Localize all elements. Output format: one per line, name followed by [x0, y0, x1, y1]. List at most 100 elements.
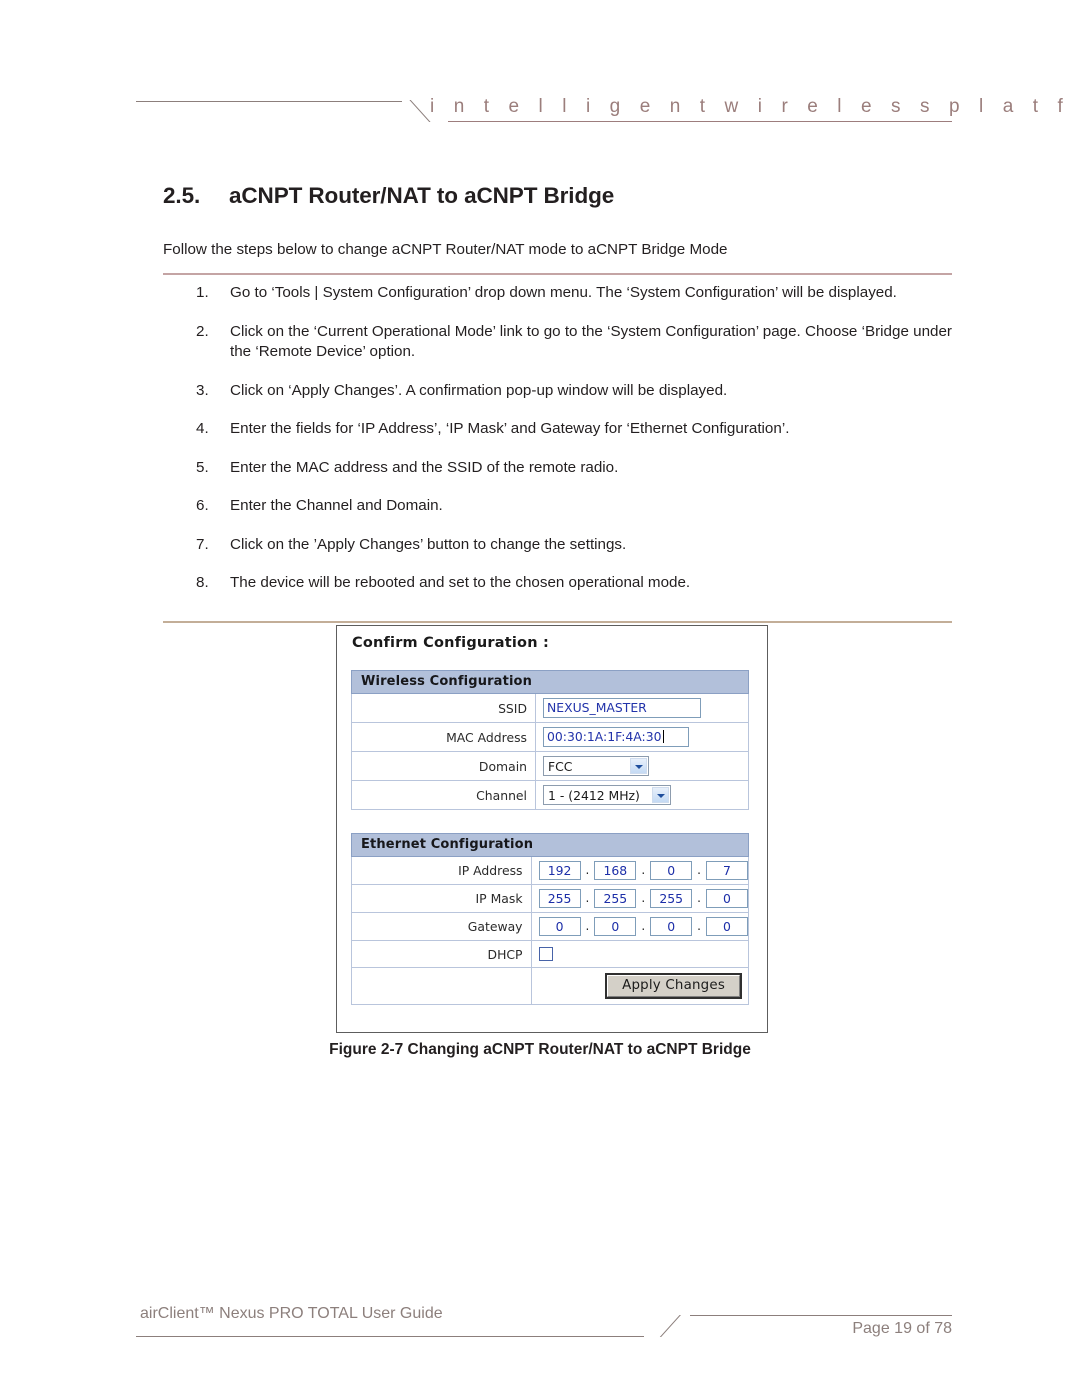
mask-octet-2[interactable]: 255	[594, 889, 637, 908]
chevron-down-icon[interactable]	[652, 787, 669, 803]
step-number: 2.	[196, 322, 209, 340]
gateway-octets: 0 . 0 . 0 . 0	[538, 917, 748, 936]
octet-separator: .	[697, 891, 701, 905]
mac-address-label: MAC Address	[351, 722, 536, 752]
ip-octet-4[interactable]: 7	[706, 861, 748, 880]
step-number: 6.	[196, 497, 209, 514]
section-number: 2.5.	[163, 183, 201, 208]
header-rule-left	[136, 101, 402, 102]
ip-address-octets: 192 . 168 . 0 . 7	[538, 861, 748, 880]
octet-separator: .	[585, 919, 590, 933]
confirm-configuration-dialog: Confirm Configuration : Wireless Configu…	[336, 625, 768, 1033]
table-row: Domain FCC	[351, 751, 749, 781]
divider-above-figure	[163, 621, 952, 623]
list-item: 4. Enter the fields for ‘IP Address’, ‘I…	[163, 419, 952, 440]
footer-rule-left	[136, 1336, 644, 1337]
gateway-octet-2[interactable]: 0	[594, 917, 637, 936]
list-item: 3. Click on ‘Apply Changes’. A confirmat…	[163, 381, 952, 402]
step-number: 1.	[196, 284, 209, 301]
domain-label: Domain	[351, 751, 536, 781]
ip-mask-cell: 255 . 255 . 255 . 0	[530, 884, 750, 913]
octet-separator: .	[585, 863, 590, 877]
chevron-down-icon[interactable]	[630, 758, 647, 774]
footer-rule-right	[690, 1315, 952, 1316]
list-item: 7. Click on the ’Apply Changes’ button t…	[163, 535, 952, 556]
mac-address-cell: 00:30:1A:1F:4A:30	[535, 722, 749, 752]
apply-button-cell: Apply Changes	[530, 967, 750, 1005]
footer-diagonal-rule	[642, 1315, 694, 1337]
ip-address-label: IP Address	[351, 856, 532, 885]
gateway-octet-1[interactable]: 0	[538, 917, 581, 936]
list-item: 8. The device will be rebooted and set t…	[163, 573, 952, 594]
text-caret	[662, 730, 664, 743]
ip-octet-1[interactable]: 192	[538, 861, 581, 880]
table-section-header: Wireless Configuration	[351, 670, 749, 694]
dhcp-label: DHCP	[351, 940, 532, 968]
apply-changes-label: Apply Changes	[607, 975, 740, 997]
octet-separator: .	[585, 891, 590, 905]
dhcp-cell	[530, 940, 750, 968]
octet-separator: .	[697, 919, 701, 933]
table-row: SSID NEXUS_MASTER	[351, 693, 749, 723]
domain-cell: FCC	[535, 751, 749, 781]
mask-octet-3[interactable]: 255	[650, 889, 693, 908]
step-number: 4.	[196, 420, 209, 437]
table-row: Apply Changes	[351, 967, 750, 1005]
ssid-cell: NEXUS_MASTER	[535, 693, 749, 723]
table-row: IP Mask 255 . 255 . 255 . 0	[351, 884, 750, 913]
step-text: Enter the fields for ‘IP Address’, ‘IP M…	[230, 420, 790, 437]
table-row: IP Address 192 . 168 . 0 . 7	[351, 856, 750, 885]
gateway-octet-4[interactable]: 0	[706, 917, 748, 936]
ip-mask-octets: 255 . 255 . 255 . 0	[538, 889, 748, 908]
table-row: Gateway 0 . 0 . 0 . 0	[351, 912, 750, 941]
list-item: 2. Click on the ‘Current Operational Mod…	[163, 322, 952, 363]
dialog-title: Confirm Configuration :	[352, 635, 549, 651]
octet-separator: .	[641, 891, 646, 905]
step-text: Enter the MAC address and the SSID of th…	[230, 458, 619, 476]
ethernet-configuration-header: Ethernet Configuration	[351, 833, 749, 857]
list-item: 1. Go to ‘Tools | System Configuration’ …	[163, 283, 952, 304]
steps-list: 1. Go to ‘Tools | System Configuration’ …	[163, 283, 952, 612]
step-text: Click on the ’Apply Changes’ button to c…	[230, 535, 627, 553]
figure-caption: Figure 2-7 Changing aCNPT Router/NAT to …	[329, 1041, 751, 1058]
mac-address-value: 00:30:1A:1F:4A:30	[547, 729, 662, 744]
step-number: 5.	[196, 458, 209, 476]
gateway-label: Gateway	[351, 912, 532, 941]
ssid-input[interactable]: NEXUS_MASTER	[543, 698, 701, 718]
divider-above-steps	[163, 273, 952, 275]
octet-separator: .	[641, 863, 646, 877]
mac-address-input[interactable]: 00:30:1A:1F:4A:30	[543, 727, 689, 747]
mask-octet-4[interactable]: 0	[706, 889, 748, 908]
ethernet-configuration-table: Ethernet Configuration IP Address 192 . …	[351, 833, 750, 1005]
section-heading: 2.5. aCNPT Router/NAT to aCNPT Bridge	[163, 183, 614, 209]
ip-mask-label: IP Mask	[351, 884, 532, 913]
step-text: The device will be rebooted and set to t…	[230, 574, 691, 591]
header-tagline: i n t e l l i g e n t w i r e l e s s p …	[430, 96, 1080, 117]
ip-octet-2[interactable]: 168	[594, 861, 637, 880]
domain-select[interactable]: FCC	[543, 756, 649, 776]
footer-guide-title: airClient™ Nexus PRO TOTAL User Guide	[140, 1305, 443, 1322]
list-item: 5. Enter the MAC address and the SSID of…	[163, 458, 952, 479]
dhcp-checkbox[interactable]	[538, 947, 553, 961]
step-text: Enter the Channel and Domain.	[230, 497, 443, 514]
step-text: Click on the ‘Current Operational Mode’ …	[230, 322, 952, 361]
ip-octet-3[interactable]: 0	[650, 861, 693, 880]
step-text: Go to ‘Tools | System Configuration’ dro…	[230, 284, 897, 301]
wireless-configuration-table: Wireless Configuration SSID NEXUS_MASTER…	[351, 670, 749, 810]
page-header: i n t e l l i g e n t w i r e l e s s p …	[0, 0, 1080, 140]
step-number: 7.	[196, 535, 209, 553]
step-number: 8.	[196, 574, 209, 591]
table-section-header: Ethernet Configuration	[351, 833, 749, 857]
table-row: Channel 1 - (2412 MHz)	[351, 780, 749, 810]
apply-changes-button[interactable]: Apply Changes	[605, 973, 742, 999]
gateway-octet-3[interactable]: 0	[650, 917, 693, 936]
gateway-cell: 0 . 0 . 0 . 0	[530, 912, 750, 941]
channel-selected-value: 1 - (2412 MHz)	[548, 788, 640, 803]
header-rule-right	[448, 121, 952, 122]
channel-select[interactable]: 1 - (2412 MHz)	[543, 785, 671, 805]
table-row: MAC Address 00:30:1A:1F:4A:30	[351, 722, 749, 752]
step-number: 3.	[196, 381, 209, 399]
section-title: aCNPT Router/NAT to aCNPT Bridge	[229, 183, 615, 208]
mask-octet-1[interactable]: 255	[538, 889, 581, 908]
table-row: DHCP	[351, 940, 750, 968]
